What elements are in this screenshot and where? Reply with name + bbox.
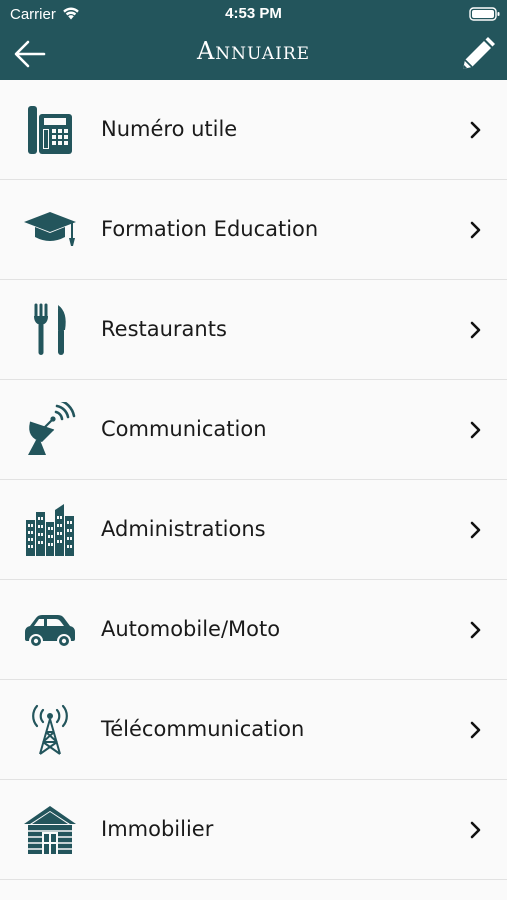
satellite-dish-icon xyxy=(28,402,76,455)
house-icon xyxy=(24,806,76,854)
chevron-right-icon xyxy=(470,621,481,639)
battery-icon xyxy=(469,7,500,21)
chevron-right-icon xyxy=(470,121,481,139)
nav-bar: Annuaire xyxy=(0,28,507,80)
buildings-icon xyxy=(26,504,74,556)
list-item-automobile-moto[interactable]: Automobile/Moto xyxy=(0,580,507,680)
chevron-right-icon xyxy=(470,421,481,439)
chevron-right-icon xyxy=(470,721,481,739)
antenna-tower-icon xyxy=(32,704,68,755)
fork-knife-icon xyxy=(34,303,66,355)
status-time: 4:53 PM xyxy=(225,5,282,22)
chevron-right-icon xyxy=(470,821,481,839)
list-item-label: Immobilier xyxy=(101,817,214,841)
chevron-right-icon xyxy=(470,321,481,339)
car-icon xyxy=(25,615,75,648)
chevron-right-icon xyxy=(470,521,481,539)
list-item-telecommunication[interactable]: Télécommunication xyxy=(0,680,507,780)
list-item-label: Numéro utile xyxy=(101,117,238,141)
list-item-label: Télécommunication xyxy=(101,717,305,741)
list-item-administrations[interactable]: Administrations xyxy=(0,480,507,580)
page-title: Annuaire xyxy=(196,37,311,65)
list-item-communication[interactable]: Communication xyxy=(0,380,507,480)
pencil-icon xyxy=(463,37,495,69)
list-item-restaurants[interactable]: Restaurants xyxy=(0,280,507,380)
directory-list: Numéro utile Formation Education Restaur… xyxy=(0,80,507,880)
list-item-formation-education[interactable]: Formation Education xyxy=(0,180,507,280)
list-item-label: Restaurants xyxy=(101,317,227,341)
status-bar: Carrier 4:53 PM xyxy=(0,0,507,28)
list-item-label: Administrations xyxy=(101,517,266,541)
list-item-label: Formation Education xyxy=(101,217,319,241)
chevron-right-icon xyxy=(470,221,481,239)
phone-icon xyxy=(28,106,72,154)
list-item-immobilier[interactable]: Immobilier xyxy=(0,780,507,880)
edit-button[interactable] xyxy=(454,32,498,76)
list-item-label: Communication xyxy=(101,417,267,441)
graduation-cap-icon xyxy=(24,212,76,246)
list-item-numero-utile[interactable]: Numéro utile xyxy=(0,80,507,180)
list-item-label: Automobile/Moto xyxy=(101,617,281,641)
header: Carrier 4:53 PM Annuaire xyxy=(0,0,507,80)
